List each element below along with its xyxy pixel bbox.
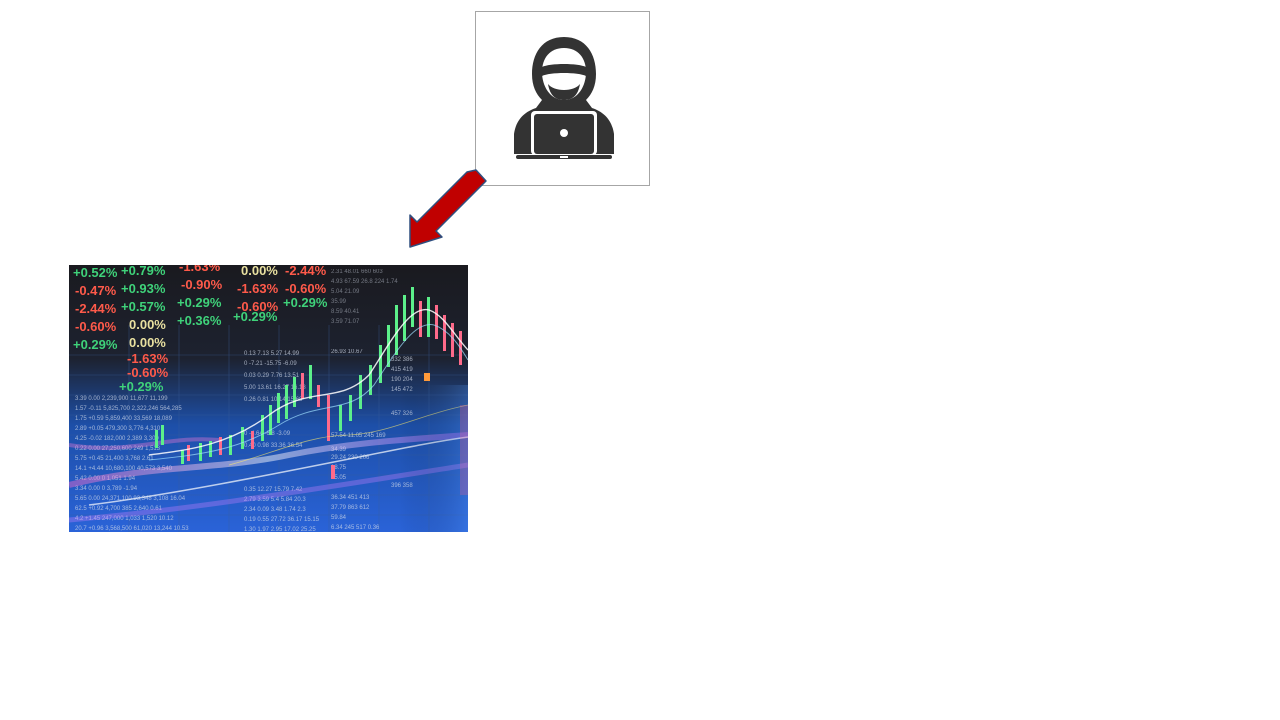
ticker-fifth-2: -0.60% [285,281,327,296]
ticker-third-1: -1.63% [179,265,221,274]
ticker-left-4: -0.60% [75,319,117,334]
slide-canvas: +0.52% -0.47% -2.44% -0.60% +0.29% +0.79… [0,0,1280,720]
ticker-mid-2: +0.93% [121,281,166,296]
svg-text:20.7 +0.96 3,568,500 61,020: 20.7 +0.96 3,568,500 61,020 13,244 10.53 [75,526,189,532]
svg-text:37.79 863 612: 37.79 863 612 [331,505,370,511]
svg-text:2.34 0.09 3.48 1.74 2.3: 2.34 0.09 3.48 1.74 2.3 [244,507,306,513]
svg-text:35.99: 35.99 [331,299,347,305]
ticker-third-3: +0.29% [177,295,222,310]
ticker-fifth-1: -2.44% [285,265,327,278]
ticker-mid-7: -0.60% [127,365,169,380]
svg-text:0 -7.21 -15.75 -6.09: 0 -7.21 -15.75 -6.09 [244,361,297,367]
svg-text:1.30 1.97 2.95 17.02 25.25: 1.30 1.97 2.95 17.02 25.25 [244,527,316,532]
svg-text:6.34 245 517 0.36: 6.34 245 517 0.36 [331,525,380,531]
ticker-mid-8: +0.29% [119,379,164,394]
ticker-mid-5: 0.00% [129,335,166,350]
stock-market-chart-photo: +0.52% -0.47% -2.44% -0.60% +0.29% +0.79… [69,265,468,532]
ticker-fourth-4: +0.29% [233,309,278,324]
svg-text:0.19 0.55 27.72 36.17 15.1: 0.19 0.55 27.72 36.17 15.15 [244,517,320,523]
svg-text:59.84: 59.84 [331,515,347,521]
ticker-left-1: +0.52% [73,265,118,280]
svg-text:1.57 -0.11 5,825,700 2,322,: 1.57 -0.11 5,825,700 2,322,246 564,285 [75,406,182,412]
svg-text:8.59 40.41: 8.59 40.41 [331,309,360,315]
svg-text:3.34 0.00 0 3,789 -1.94: 3.34 0.00 0 3,789 -1.94 [75,486,138,492]
arrow-down-left-icon [409,169,487,248]
ticker-third-4: +0.36% [177,313,222,328]
svg-text:0.03 0.29 7.76 13.51: 0.03 0.29 7.76 13.51 [244,373,300,379]
svg-text:190 204: 190 204 [391,377,413,383]
svg-text:332 386: 332 386 [391,357,413,363]
ticker-left-5: +0.29% [73,337,118,352]
ticker-fourth-2: -1.63% [237,281,279,296]
ticker-mid-4: 0.00% [129,317,166,332]
svg-text:2.89 +0.05 479,300 3,776 4: 2.89 +0.05 479,300 3,776 4,310 [75,426,161,432]
hacker-with-laptop-icon [514,37,614,159]
ticker-mid-1: +0.79% [121,265,166,278]
ticker-fourth-1: 0.00% [241,265,278,278]
svg-text:4.93 67.59 26.8 224 1.74: 4.93 67.59 26.8 224 1.74 [331,279,398,285]
svg-text:0.13 7.13 5.27 14.99: 0.13 7.13 5.27 14.99 [244,351,300,357]
svg-text:26.93 10.67: 26.93 10.67 [331,349,363,355]
svg-text:4.25 -0.02 182,000 2,389 3: 4.25 -0.02 182,000 2,389 3,300 [75,436,159,442]
svg-text:415 419: 415 419 [391,367,413,373]
svg-text:36.34 451 413: 36.34 451 413 [331,495,370,501]
svg-text:5.75 +0.45 21,400 3,768 2.: 5.75 +0.45 21,400 3,768 2.61 [75,456,154,462]
hacker-icon-frame [475,11,650,186]
svg-text:1.75 +0.59 5,859,400 33,569: 1.75 +0.59 5,859,400 33,569 18,089 [75,416,173,422]
svg-text:5.04 21.09: 5.04 21.09 [331,289,360,295]
ticker-mid-6: -1.63% [127,351,169,366]
svg-text:5.00 13.61 16.27 16.18: 5.00 13.61 16.27 16.18 [244,385,306,391]
ticker-left-3: -2.44% [75,301,117,316]
ticker-fifth-3: +0.29% [283,295,328,310]
ticker-mid-3: +0.57% [121,299,166,314]
ticker-third-2: -0.90% [181,277,223,292]
svg-text:2.31 48.01 660 603: 2.31 48.01 660 603 [331,269,383,275]
svg-text:3.59 71.07: 3.59 71.07 [331,319,360,325]
ticker-left-2: -0.47% [75,283,117,298]
svg-text:3.39 0.00 2,239,900 11,677: 3.39 0.00 2,239,900 11,677 11,199 [75,396,168,402]
